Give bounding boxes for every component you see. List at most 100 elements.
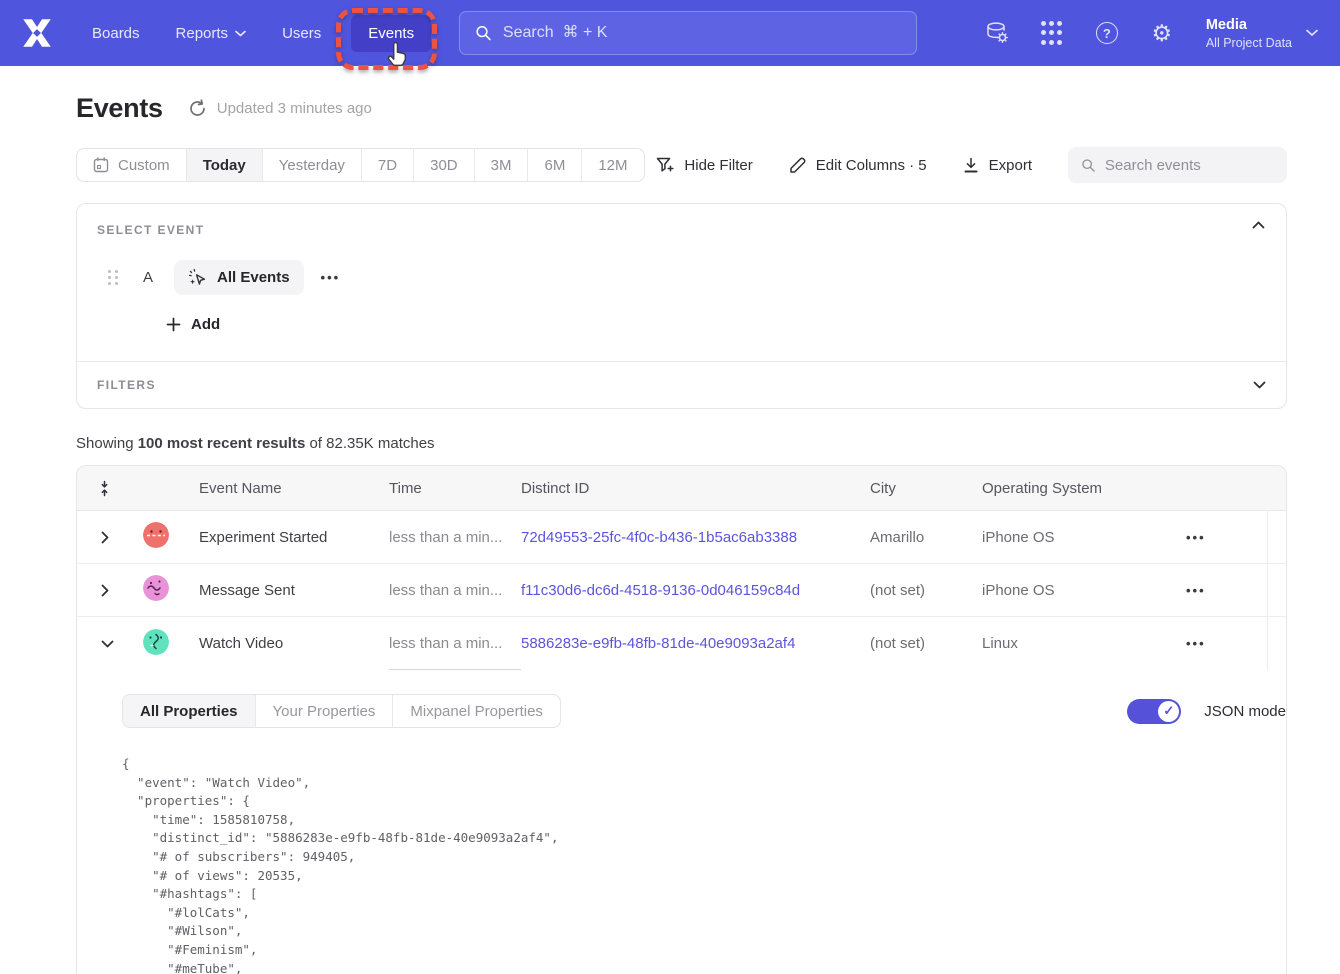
col-header-city[interactable]: City (870, 480, 982, 497)
tab-mixpanel-properties[interactable]: Mixpanel Properties (392, 695, 560, 727)
row-actions-button[interactable]: ••• (1184, 583, 1206, 598)
table-row: Message Sent less than a min... f11c30d6… (77, 564, 1286, 617)
expand-row-button[interactable] (97, 580, 119, 601)
date-option-7d[interactable]: 7D (361, 149, 413, 181)
date-option-yesterday[interactable]: Yesterday (262, 149, 361, 181)
page-title: Events (76, 93, 163, 124)
sort-arrows-icon (97, 480, 112, 497)
project-scope: All Project Data (1206, 36, 1292, 50)
event-avatar (143, 575, 169, 601)
distinct-id-link[interactable]: f11c30d6-dc6d-4518-9136-0d046159c84d (521, 582, 870, 599)
event-time: less than a min... (389, 582, 521, 599)
chevron-down-icon (235, 30, 246, 37)
top-nav: Boards Reports Users Events (0, 0, 1340, 66)
nav-item-users[interactable]: Users (282, 25, 321, 42)
event-city: (not set) (870, 582, 982, 599)
table-row: Experiment Started less than a min... 72… (77, 511, 1286, 564)
controls-row: Custom Today Yesterday 7D 30D 3M 6M 12M … (76, 147, 1287, 183)
calendar-icon (93, 157, 109, 173)
refresh-button[interactable] (188, 99, 207, 118)
select-event-section: SELECT EVENT A All Events •• (77, 204, 1286, 361)
nav-item-events[interactable]: Events (351, 15, 431, 52)
magic-cursor-icon (188, 268, 207, 287)
date-option-12m[interactable]: 12M (581, 149, 643, 181)
date-option-custom[interactable]: Custom (77, 149, 186, 181)
event-detail-panel: All Properties Your Properties Mixpanel … (77, 670, 1286, 974)
sort-column-button[interactable] (97, 480, 143, 497)
date-option-6m[interactable]: 6M (527, 149, 581, 181)
date-option-30d[interactable]: 30D (413, 149, 474, 181)
filter-plus-icon (656, 157, 674, 174)
event-selector-chip[interactable]: All Events (174, 260, 304, 295)
json-mode-toggle[interactable]: ✓ (1127, 699, 1181, 724)
event-os: iPhone OS (982, 529, 1184, 546)
chevron-right-icon (101, 531, 109, 544)
nav-item-reports[interactable]: Reports (176, 25, 247, 42)
json-mode-label: JSON mode (1204, 703, 1286, 720)
row-actions-button[interactable]: ••• (1184, 530, 1206, 545)
search-events-box[interactable] (1068, 147, 1287, 183)
collapse-section-button[interactable] (1248, 217, 1269, 233)
mixpanel-logo[interactable] (22, 18, 54, 48)
event-avatar (143, 522, 169, 548)
nav-item-boards[interactable]: Boards (92, 25, 140, 42)
filters-section[interactable]: FILTERS (77, 362, 1286, 408)
collapse-row-button[interactable] (97, 636, 119, 652)
table-row-expanded: Watch Video less than a min... 5886283e-… (77, 617, 1286, 670)
nav-links: Boards Reports Users Events (92, 15, 431, 52)
date-option-3m[interactable]: 3M (474, 149, 528, 181)
download-icon (963, 157, 979, 174)
event-name: Watch Video (199, 635, 389, 652)
results-summary: Showing 100 most recent results of 82.35… (76, 435, 1287, 452)
chevron-up-icon (1252, 221, 1265, 229)
expand-row-button[interactable] (97, 527, 119, 548)
chevron-down-icon (1306, 29, 1318, 37)
distinct-id-link[interactable]: 72d49553-25fc-4f0c-b436-1b5ac6ab3388 (521, 529, 870, 546)
col-header-time[interactable]: Time (389, 480, 521, 497)
col-header-event-name[interactable]: Event Name (199, 480, 389, 497)
global-search-input[interactable] (503, 24, 901, 42)
edit-columns-button[interactable]: Edit Columns · 5 (789, 157, 927, 174)
event-avatar (143, 629, 169, 655)
tab-all-properties[interactable]: All Properties (123, 695, 255, 727)
chevron-down-icon[interactable] (1253, 381, 1266, 389)
event-time: less than a min... (389, 529, 521, 546)
nav-right: ? ⚙ Media All Project Data (984, 17, 1318, 50)
settings-gear-icon[interactable]: ⚙ (1149, 20, 1175, 46)
tab-your-properties[interactable]: Your Properties (255, 695, 393, 727)
drag-handle[interactable] (108, 270, 118, 285)
col-header-os[interactable]: Operating System (982, 480, 1184, 497)
date-option-today[interactable]: Today (186, 149, 262, 181)
toolbar: Hide Filter Edit Columns · 5 Export (656, 147, 1287, 183)
event-row: A All Events ••• (97, 260, 1266, 295)
export-button[interactable]: Export (963, 157, 1032, 174)
row-actions-button[interactable]: ••• (1184, 636, 1206, 651)
select-event-label: SELECT EVENT (97, 223, 1266, 237)
plus-icon (166, 317, 181, 332)
event-more-button[interactable]: ••• (321, 270, 341, 285)
add-event-button[interactable]: Add (166, 316, 220, 333)
apps-grid-icon[interactable] (1039, 20, 1065, 46)
event-name: Message Sent (199, 582, 389, 599)
main-content: Events Updated 3 minutes ago Custom Toda… (0, 93, 1340, 974)
step-letter: A (143, 269, 153, 286)
table-header: Event Name Time Distinct ID City Operati… (77, 466, 1286, 511)
toggle-check-icon: ✓ (1158, 701, 1179, 722)
properties-tabs: All Properties Your Properties Mixpanel … (122, 694, 561, 728)
pencil-icon (789, 157, 806, 174)
data-management-icon[interactable] (984, 20, 1010, 46)
help-icon[interactable]: ? (1094, 20, 1120, 46)
distinct-id-link[interactable]: 5886283e-e9fb-48fb-81de-40e9093a2af4 (521, 635, 870, 652)
search-icon (1081, 157, 1096, 174)
event-os: Linux (982, 635, 1184, 652)
search-events-input[interactable] (1105, 157, 1274, 174)
event-json: { "event": "Watch Video", "properties": … (122, 755, 1286, 974)
event-os: iPhone OS (982, 582, 1184, 599)
chevron-down-icon (101, 640, 114, 648)
search-icon (475, 24, 492, 42)
col-header-distinct-id[interactable]: Distinct ID (521, 480, 870, 497)
date-range-control: Custom Today Yesterday 7D 30D 3M 6M 12M (76, 148, 645, 182)
project-selector[interactable]: Media All Project Data (1206, 17, 1318, 50)
hide-filter-button[interactable]: Hide Filter (656, 157, 752, 174)
global-search[interactable] (459, 11, 917, 55)
